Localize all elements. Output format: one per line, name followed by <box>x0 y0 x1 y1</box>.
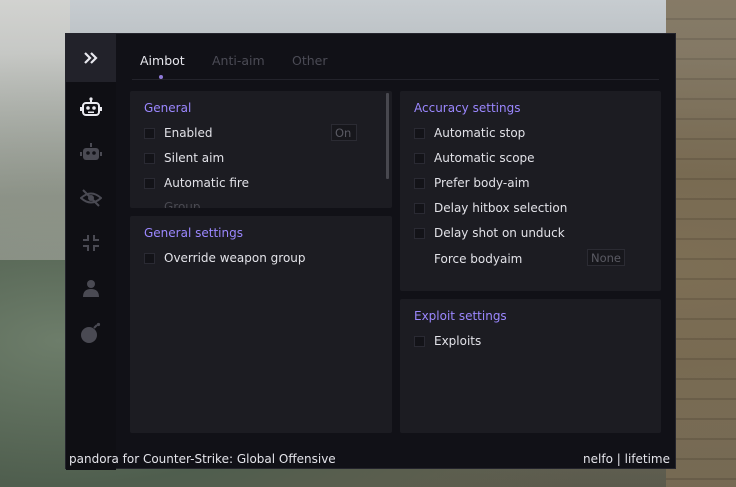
checkbox-box[interactable] <box>414 177 425 189</box>
footer-user-info: nelfo | lifetime <box>583 452 670 466</box>
tab-aimbot[interactable]: Aimbot <box>140 53 185 68</box>
checkbox-box[interactable] <box>144 127 155 139</box>
sidebar-item-profile[interactable] <box>79 276 103 300</box>
checkbox-box[interactable] <box>414 227 425 239</box>
panel-general-settings: General settings Override weapon group <box>130 216 392 433</box>
enabled-keybind[interactable]: On <box>331 124 357 141</box>
sidebar <box>66 34 116 470</box>
background-scenery <box>0 0 70 260</box>
checkbox-label: Delay hitbox selection <box>434 201 568 215</box>
robot-icon <box>80 97 102 116</box>
sidebar-collapse-button[interactable] <box>66 34 116 82</box>
bomb-icon <box>81 322 101 343</box>
checkbox-exploits[interactable]: Exploits <box>414 333 481 349</box>
compress-icon <box>83 235 99 251</box>
checkbox-silent-aim[interactable]: Silent aim <box>144 150 224 166</box>
checkbox-label: Exploits <box>434 334 482 348</box>
sidebar-item-scripts[interactable] <box>79 321 103 345</box>
panel-title: General settings <box>144 226 243 240</box>
cheat-menu-window: Aimbot Anti-aim Other General Enabled On… <box>65 33 676 470</box>
panel-general[interactable]: General Enabled On Silent aim Automatic … <box>130 91 392 208</box>
group-label-row: Group <box>164 199 201 208</box>
checkbox-automatic-fire[interactable]: Automatic fire <box>144 175 249 191</box>
force-bodyaim-keybind[interactable]: None <box>587 249 625 266</box>
force-bodyaim-row: Force bodyaim <box>434 251 522 267</box>
tab-anti-aim[interactable]: Anti-aim <box>212 53 265 68</box>
panel-title: Accuracy settings <box>414 101 521 115</box>
panel-scrollbar[interactable] <box>386 93 389 179</box>
sidebar-item-misc[interactable] <box>79 231 103 255</box>
checkbox-label: Override weapon group <box>164 251 306 265</box>
eye-off-icon <box>80 189 102 207</box>
footer-product-name: pandora for Counter-Strike: Global Offen… <box>69 452 336 466</box>
checkbox-label: Enabled <box>164 126 213 140</box>
sidebar-item-visuals[interactable] <box>79 186 103 210</box>
panel-title: General <box>144 101 192 115</box>
panel-title: Exploit settings <box>414 309 507 323</box>
checkbox-label: Automatic scope <box>434 151 535 165</box>
checkbox-delay-hitbox-selection[interactable]: Delay hitbox selection <box>414 200 567 216</box>
checkbox-box[interactable] <box>144 252 155 264</box>
robot-outline-icon <box>80 143 102 160</box>
user-icon <box>83 280 99 297</box>
checkbox-box[interactable] <box>414 335 425 347</box>
background-wall <box>666 0 736 487</box>
panel-exploit-settings: Exploit settings Exploits <box>400 299 661 433</box>
checkbox-label: Silent aim <box>164 151 225 165</box>
force-bodyaim-label: Force bodyaim <box>434 252 523 266</box>
checkbox-box[interactable] <box>144 152 155 164</box>
checkbox-box[interactable] <box>414 127 425 139</box>
group-label: Group <box>164 200 201 208</box>
checkbox-box[interactable] <box>414 202 425 214</box>
double-chevron-right-icon <box>84 52 98 64</box>
checkbox-automatic-stop[interactable]: Automatic stop <box>414 125 525 141</box>
checkbox-label: Automatic stop <box>434 126 526 140</box>
checkbox-box[interactable] <box>414 152 425 164</box>
checkbox-prefer-body-aim[interactable]: Prefer body-aim <box>414 175 530 191</box>
checkbox-enabled[interactable]: Enabled <box>144 125 213 141</box>
checkbox-label: Automatic fire <box>164 176 249 190</box>
tab-divider <box>132 79 659 80</box>
checkbox-override-weapon-group[interactable]: Override weapon group <box>144 250 306 266</box>
checkbox-label: Prefer body-aim <box>434 176 530 190</box>
checkbox-box[interactable] <box>144 177 155 189</box>
checkbox-delay-shot-on-unduck[interactable]: Delay shot on unduck <box>414 225 565 241</box>
sidebar-item-legitbot[interactable] <box>79 141 103 165</box>
checkbox-label: Delay shot on unduck <box>434 226 565 240</box>
checkbox-automatic-scope[interactable]: Automatic scope <box>414 150 535 166</box>
sidebar-item-aimbot[interactable] <box>79 96 103 120</box>
tab-other[interactable]: Other <box>292 53 328 68</box>
panel-accuracy-settings: Accuracy settings Automatic stop Automat… <box>400 91 661 291</box>
